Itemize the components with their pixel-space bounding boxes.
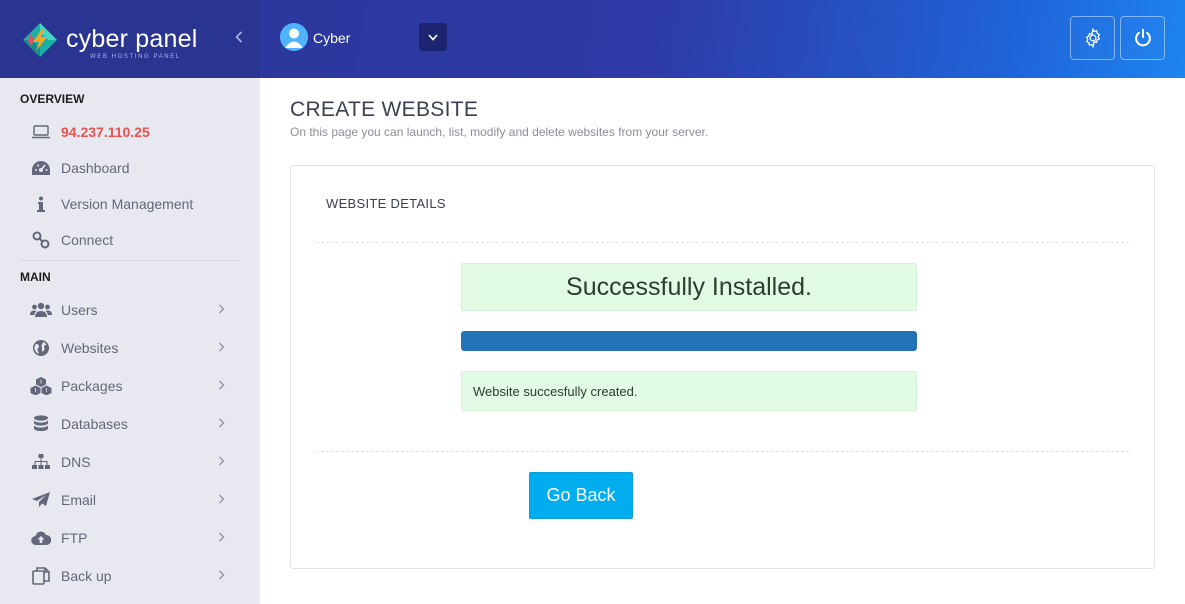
- result-message: Website succesfully created.: [461, 371, 917, 411]
- sitemap-icon: [30, 451, 52, 473]
- user-name[interactable]: Cyber: [313, 30, 350, 46]
- sidebar-item-packages[interactable]: Packages: [0, 369, 260, 403]
- progress-fill: [461, 331, 917, 351]
- sidebar-item-label: Websites: [61, 340, 119, 356]
- chevron-right-icon: [218, 493, 225, 507]
- users-icon: [30, 299, 52, 321]
- link-icon: [30, 229, 52, 251]
- sidebar-item-label: FTP: [61, 530, 88, 546]
- cloud-upload-icon: [30, 527, 52, 549]
- chevron-right-icon: [218, 303, 225, 317]
- sidebar-item-label: Back up: [61, 568, 112, 584]
- chevron-right-icon: [218, 455, 225, 469]
- page-title: CREATE WEBSITE: [290, 98, 479, 121]
- sidebar-heading-main: MAIN: [20, 270, 51, 284]
- database-icon: [30, 413, 52, 435]
- dashboard-icon: [30, 157, 52, 179]
- laptop-icon: [30, 121, 52, 143]
- sidebar-item-databases[interactable]: Databases: [0, 407, 260, 441]
- sidebar-item-server-ip[interactable]: 94.237.110.25: [0, 115, 260, 149]
- sidebar-item-version-management[interactable]: Version Management: [0, 187, 260, 221]
- chevron-down-icon: [428, 33, 438, 41]
- sidebar-item-label: Dashboard: [61, 160, 130, 176]
- sidebar-item-label: Users: [61, 302, 98, 318]
- chevron-right-icon: [218, 569, 225, 583]
- page-description: On this page you can launch, list, modif…: [290, 125, 709, 139]
- logo-area: cyber panel WEB HOSTING PANEL: [0, 0, 260, 78]
- panel-divider-bottom: [316, 451, 1129, 452]
- cubes-icon: [30, 375, 52, 397]
- paper-plane-icon: [30, 489, 52, 511]
- sidebar-item-label: Email: [61, 492, 97, 508]
- chevron-right-icon: [218, 341, 225, 355]
- chevron-left-icon: [235, 31, 243, 43]
- sidebar-divider: [20, 260, 240, 261]
- user-dropdown-button[interactable]: [419, 23, 447, 51]
- sidebar-item-users[interactable]: Users: [0, 293, 260, 327]
- install-progress-bar: [461, 331, 917, 351]
- globe-icon: [30, 337, 52, 359]
- sidebar: OVERVIEW 94.237.110.25 Dashboard Version…: [0, 78, 260, 604]
- sidebar-item-label: Packages: [61, 378, 123, 394]
- sidebar-item-email[interactable]: Email: [0, 483, 260, 517]
- go-back-button[interactable]: Go Back: [529, 472, 633, 519]
- sidebar-collapse-button[interactable]: [230, 28, 248, 50]
- install-status-banner: Successfully Installed.: [461, 263, 917, 311]
- sidebar-item-connect[interactable]: Connect: [0, 223, 260, 257]
- sidebar-item-dns[interactable]: DNS: [0, 445, 260, 479]
- copy-icon: [30, 565, 52, 587]
- sidebar-item-label: Version Management: [61, 196, 194, 212]
- chevron-right-icon: [218, 417, 225, 431]
- website-details-panel: WEBSITE DETAILS Successfully Installed. …: [290, 165, 1155, 569]
- cyberpanel-logo-icon: [23, 23, 57, 57]
- sidebar-item-label: DNS: [61, 454, 91, 470]
- gear-icon: [1085, 27, 1100, 49]
- sidebar-item-ftp[interactable]: FTP: [0, 521, 260, 555]
- user-avatar[interactable]: [280, 23, 308, 51]
- brand-name: cyber panel: [66, 25, 198, 53]
- power-button[interactable]: [1120, 16, 1165, 60]
- panel-divider-top: [316, 242, 1129, 243]
- sidebar-item-websites[interactable]: Websites: [0, 331, 260, 365]
- sidebar-item-backup[interactable]: Back up: [0, 559, 260, 593]
- chevron-right-icon: [218, 531, 225, 545]
- sidebar-heading-overview: OVERVIEW: [20, 92, 85, 106]
- server-ip-label: 94.237.110.25: [61, 124, 150, 140]
- brand-tagline: WEB HOSTING PANEL: [90, 54, 181, 60]
- sidebar-item-label: Connect: [61, 232, 114, 248]
- panel-title: WEBSITE DETAILS: [326, 196, 446, 211]
- sidebar-item-dashboard[interactable]: Dashboard: [0, 151, 260, 185]
- top-header: cyber panel WEB HOSTING PANEL Cyber: [0, 0, 1185, 78]
- info-icon: [30, 193, 52, 215]
- sidebar-item-label: Databases: [61, 416, 128, 432]
- power-icon: [1134, 28, 1151, 47]
- chevron-right-icon: [218, 379, 225, 393]
- settings-button[interactable]: [1070, 16, 1115, 60]
- user-icon: [280, 23, 308, 51]
